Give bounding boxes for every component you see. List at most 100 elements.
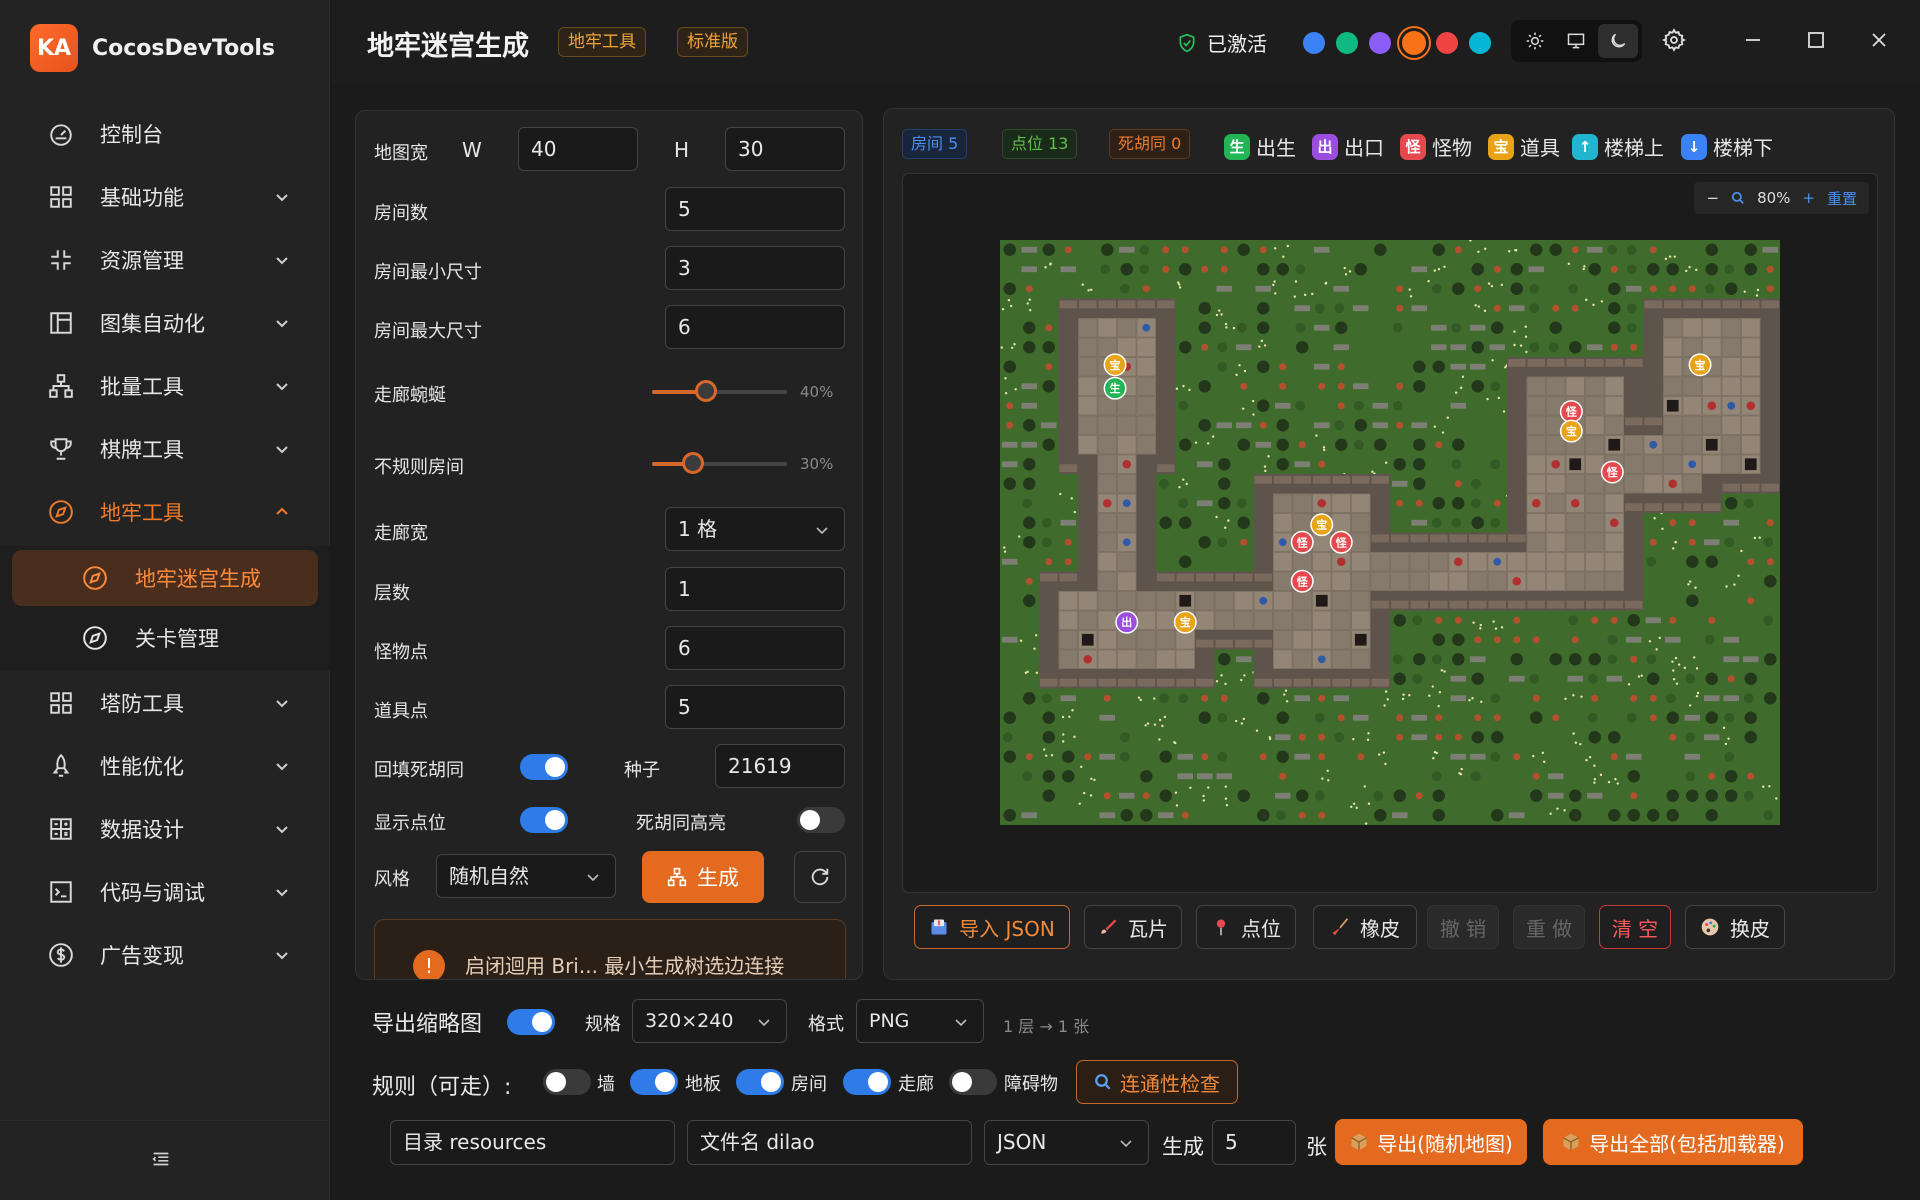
zoom-out-button[interactable]: − bbox=[1706, 189, 1719, 207]
filename-input[interactable]: 文件名 dilao bbox=[687, 1120, 972, 1165]
tip-text: 启闭迴用 Bri... 最小生成树选边连接 bbox=[465, 954, 785, 978]
generate-count-input[interactable]: 5 bbox=[1212, 1120, 1296, 1165]
output-format-value: JSON bbox=[997, 1130, 1047, 1154]
sidebar-subitem-maze-generate[interactable]: 地牢迷宫生成 bbox=[12, 550, 318, 606]
zoom-in-button[interactable]: + bbox=[1802, 189, 1815, 207]
export-thumbnail-toggle[interactable] bbox=[507, 1009, 555, 1035]
seed-input[interactable]: 21619 bbox=[715, 744, 845, 788]
export-thumbnail-label: 导出缩略图 bbox=[372, 1012, 483, 1037]
sidebar-item-code-debug[interactable]: 代码与调试 bbox=[0, 864, 330, 920]
spawn-marker[interactable]: 生 bbox=[1103, 376, 1127, 400]
height-input[interactable]: 30 bbox=[725, 127, 845, 171]
accent-color-blue[interactable] bbox=[1303, 32, 1325, 54]
sidebar-subitem-level-manage[interactable]: 关卡管理 bbox=[12, 610, 318, 666]
item-marker[interactable]: 宝 bbox=[1688, 353, 1712, 377]
monster-marker[interactable]: 怪 bbox=[1600, 460, 1624, 484]
accent-color-red[interactable] bbox=[1436, 32, 1458, 54]
room-max-input[interactable]: 6 bbox=[665, 305, 845, 349]
dungeon-map[interactable]: 宝生宝怪宝怪宝怪 怪怪出宝 bbox=[1000, 240, 1780, 825]
maximize-icon[interactable] bbox=[1804, 28, 1828, 52]
rule-obstacle-toggle[interactable] bbox=[949, 1069, 997, 1095]
size-select[interactable]: 320×240 bbox=[632, 999, 787, 1043]
sidebar-item-resources[interactable]: 资源管理 bbox=[0, 232, 330, 288]
show-points-toggle[interactable] bbox=[520, 807, 568, 833]
accent-color-cyan[interactable] bbox=[1469, 32, 1491, 54]
dark-theme-button[interactable] bbox=[1598, 24, 1638, 58]
close-icon[interactable] bbox=[1867, 28, 1891, 52]
eraser-tool-button[interactable]: 橡皮 bbox=[1313, 905, 1417, 949]
skin-button[interactable]: 换皮 bbox=[1685, 905, 1785, 949]
output-format-select[interactable]: JSON bbox=[984, 1120, 1149, 1165]
import-json-button[interactable]: 导入 JSON bbox=[914, 905, 1070, 949]
sidebar-item-dungeon[interactable]: 地牢工具 bbox=[0, 484, 330, 540]
sidebar-item-performance[interactable]: 性能优化 bbox=[0, 738, 330, 794]
directory-input[interactable]: 目录 resources bbox=[390, 1120, 675, 1165]
palette-icon bbox=[1700, 917, 1720, 937]
system-theme-button[interactable] bbox=[1556, 24, 1596, 58]
sidebar-item-tower-defense[interactable]: 塔防工具 bbox=[0, 675, 330, 731]
accent-color-purple[interactable] bbox=[1369, 32, 1391, 54]
app-logo[interactable]: KA CocosDevTools bbox=[30, 24, 275, 72]
winding-slider[interactable] bbox=[652, 380, 787, 402]
gear-icon[interactable] bbox=[1662, 28, 1686, 52]
monster-marker[interactable]: 怪 bbox=[1559, 400, 1583, 424]
generate-button[interactable]: 生成 bbox=[642, 851, 764, 903]
connectivity-check-button[interactable]: 连通性检查 bbox=[1076, 1060, 1238, 1104]
hierarchy-icon bbox=[667, 867, 687, 887]
rule-corridor-toggle[interactable] bbox=[843, 1069, 891, 1095]
zoom-reset-button[interactable]: 重置 bbox=[1827, 188, 1857, 209]
export-all-button[interactable]: 导出全部(包括加载器) bbox=[1543, 1119, 1803, 1165]
map-canvas[interactable]: − 80% + 重置 宝生宝怪宝怪宝怪怪怪出宝 bbox=[902, 173, 1878, 893]
format-select[interactable]: PNG bbox=[856, 999, 984, 1043]
item-marker[interactable]: 宝 bbox=[1103, 353, 1127, 377]
width-input[interactable]: 40 bbox=[518, 127, 638, 171]
svg-text:宝: 宝 bbox=[1695, 358, 1706, 372]
sidebar-item-label: 基础功能 bbox=[100, 186, 184, 210]
irregular-slider-thumb[interactable] bbox=[681, 452, 704, 474]
item-marker[interactable]: 宝 bbox=[1310, 513, 1334, 537]
points-count-chip: 点位 13 bbox=[1002, 129, 1078, 159]
monster-input[interactable]: 6 bbox=[665, 626, 845, 670]
exit-marker[interactable]: 出 bbox=[1115, 610, 1139, 634]
sidebar-item-ads[interactable]: 广告变现 bbox=[0, 927, 330, 983]
rule-room-toggle[interactable] bbox=[736, 1069, 784, 1095]
export-random-button[interactable]: 导出(随机地图) bbox=[1335, 1119, 1527, 1165]
undo-button[interactable]: 撤 销 bbox=[1427, 905, 1499, 949]
accent-color-green[interactable] bbox=[1336, 32, 1358, 54]
layers-input[interactable]: 1 bbox=[665, 567, 845, 611]
rule-floor-toggle[interactable] bbox=[630, 1069, 678, 1095]
clear-button[interactable]: 清 空 bbox=[1599, 905, 1671, 949]
seed-label: 种子 bbox=[624, 760, 660, 781]
tile-tool-button[interactable]: 瓦片 bbox=[1084, 905, 1182, 949]
collapse-sidebar-icon[interactable] bbox=[150, 1148, 172, 1170]
refresh-seed-button[interactable] bbox=[794, 851, 846, 903]
sidebar-item-basic[interactable]: 基础功能 bbox=[0, 169, 330, 225]
package-icon bbox=[1561, 1132, 1581, 1152]
monster-marker[interactable]: 怪 bbox=[1290, 569, 1314, 593]
light-theme-button[interactable] bbox=[1515, 24, 1555, 58]
winding-slider-thumb[interactable] bbox=[695, 380, 717, 402]
redo-button[interactable]: 重 做 bbox=[1513, 905, 1585, 949]
sidebar-item-batch[interactable]: 批量工具 bbox=[0, 358, 330, 414]
item-input[interactable]: 5 bbox=[665, 685, 845, 729]
generate-count-label: 生成 bbox=[1162, 1135, 1204, 1159]
fill-deadend-toggle[interactable] bbox=[520, 754, 568, 780]
deadend-highlight-toggle[interactable] bbox=[797, 807, 845, 833]
room-min-input[interactable]: 3 bbox=[665, 246, 845, 290]
rule-wall-toggle[interactable] bbox=[543, 1069, 591, 1095]
item-marker[interactable]: 宝 bbox=[1173, 610, 1197, 634]
irregular-slider[interactable] bbox=[652, 452, 787, 474]
sidebar-item-data-design[interactable]: 数据设计 bbox=[0, 801, 330, 857]
point-tool-button[interactable]: 点位 bbox=[1196, 905, 1296, 949]
sidebar-item-atlas[interactable]: 图集自动化 bbox=[0, 295, 330, 351]
item-marker[interactable]: 宝 bbox=[1559, 419, 1583, 443]
style-select[interactable]: 随机自然 bbox=[436, 854, 616, 898]
accent-color-orange[interactable] bbox=[1399, 28, 1429, 58]
corridor-width-select[interactable]: 1 格 bbox=[665, 507, 845, 551]
sidebar-item-console[interactable]: 控制台 bbox=[0, 106, 330, 162]
minimize-icon[interactable] bbox=[1741, 28, 1765, 52]
monster-marker[interactable]: 怪 bbox=[1290, 530, 1314, 554]
monster-marker[interactable]: 怪 bbox=[1329, 530, 1353, 554]
rooms-input[interactable]: 5 bbox=[665, 187, 845, 231]
sidebar-item-cards[interactable]: 棋牌工具 bbox=[0, 421, 330, 477]
